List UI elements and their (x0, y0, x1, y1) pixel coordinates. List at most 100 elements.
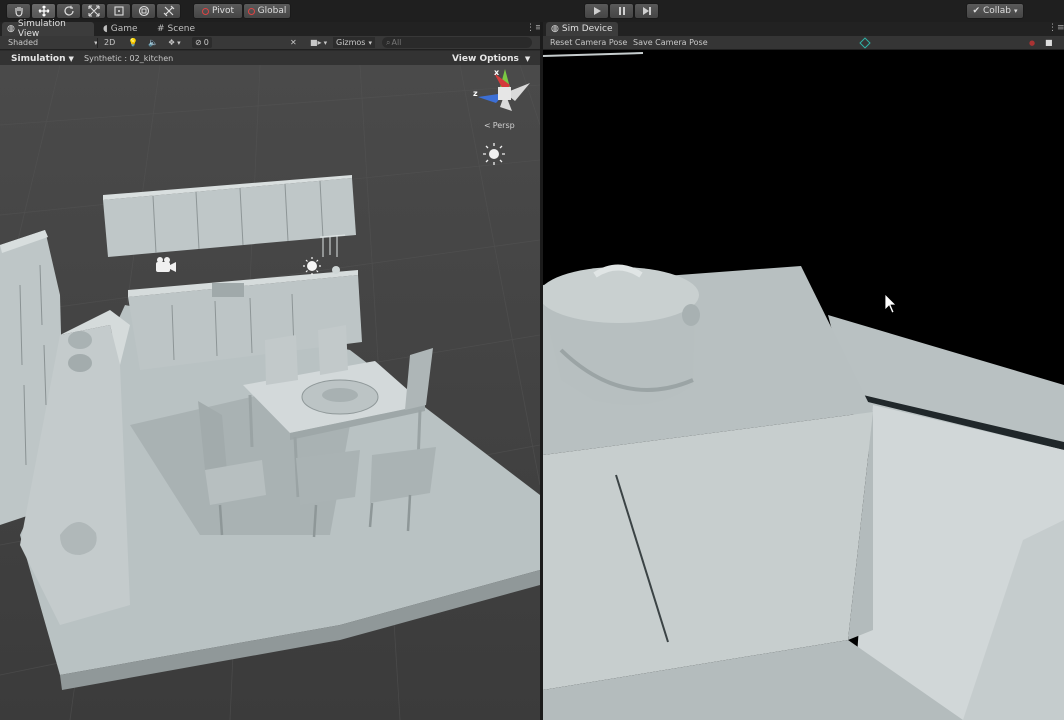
projection-toggle[interactable]: < Persp (484, 121, 515, 130)
camera-settings-dropdown[interactable]: ■▸ ▾ (310, 36, 327, 49)
scene-name: Synthetic : 02_kitchen (84, 54, 174, 63)
globe-icon: ◍ (551, 24, 559, 34)
hidden-objects-toggle[interactable]: ⊘ 0 (192, 37, 212, 48)
collab-label: Collab (983, 6, 1012, 16)
reset-camera-pose-button[interactable]: Reset Camera Pose (550, 36, 627, 49)
tab-game[interactable]: ◖ Game (98, 22, 148, 36)
play-icon (593, 7, 601, 15)
rect-tool-button[interactable] (106, 3, 131, 19)
chair-back-2 (318, 325, 348, 375)
pivot-toggle[interactable]: Pivot (193, 3, 243, 19)
chevron-left-icon: < (484, 121, 491, 130)
transform-icon (138, 5, 149, 17)
effects-dropdown[interactable]: ❖ ▾ (168, 36, 181, 49)
diamond-icon (859, 36, 871, 49)
hanging-pan (332, 266, 340, 274)
hidden-count: 0 (203, 38, 209, 47)
rotate-tool-button[interactable] (56, 3, 81, 19)
eye-slash-icon: ⊘ (195, 38, 202, 47)
scene-grid-icon: # (157, 24, 165, 34)
gizmos-dropdown[interactable]: Gizmos ▾ (333, 37, 375, 48)
kitchen-scene (0, 65, 540, 720)
step-icon (642, 7, 651, 15)
shading-dropdown[interactable]: Shaded ▾ (8, 36, 98, 49)
pot-1 (68, 331, 92, 349)
tools-settings-button[interactable]: ✕ (290, 36, 297, 49)
simulation-viewport[interactable]: x z < Persp (0, 65, 540, 720)
device-camera-render (543, 50, 1064, 720)
axis-x-label: x (494, 68, 500, 77)
hand-tool-button[interactable] (6, 3, 31, 19)
hand-icon (14, 7, 23, 17)
rotate-icon (63, 5, 74, 16)
left-tab-bar: ◍ Simulation View ◖ Game # Scene ⋮≡ (0, 19, 543, 39)
search-icon: ⌕ (386, 37, 391, 47)
speaker-icon: 🔈 (148, 38, 158, 47)
effects-icon: ❖ (168, 38, 176, 47)
simulation-bar: Simulation ▼ Synthetic : 02_kitchen View… (0, 51, 540, 65)
simulation-dropdown[interactable]: Simulation ▼ (11, 52, 74, 65)
global-label: Global (257, 6, 287, 16)
dropdown-arrow-icon: ▾ (177, 38, 181, 47)
sim-device-viewport[interactable] (543, 50, 1064, 720)
2d-label: 2D (104, 38, 116, 47)
simulation-label: Simulation (11, 53, 66, 64)
dropdown-arrow-icon: ▾ (1014, 7, 1018, 15)
check-icon: ✔ (972, 6, 980, 16)
record-dot-icon: ● (1029, 38, 1036, 47)
device-toolbar: Reset Camera Pose Save Camera Pose ● ■ (543, 36, 1064, 50)
right-tab-bar: ◍ Sim Device ⋮≡ (543, 22, 1064, 36)
hierarchy-search-input[interactable]: ⌕ All (382, 37, 532, 48)
pause-icon (618, 7, 625, 15)
save-camera-pose-button[interactable]: Save Camera Pose (633, 36, 708, 49)
reset-pose-label: Reset Camera Pose (550, 38, 628, 47)
move-icon (38, 5, 49, 17)
chair-back-1 (265, 335, 298, 385)
scale-icon (87, 5, 100, 17)
view-options-label: View Options (452, 53, 519, 64)
tab-label: Game (110, 24, 138, 34)
panel-menu-icon[interactable]: ⋮≡ (1048, 23, 1064, 33)
scale-tool-button[interactable] (81, 3, 106, 19)
chair-back-5 (296, 450, 360, 505)
tab-sim-device[interactable]: ◍ Sim Device (546, 22, 618, 36)
sink (212, 283, 244, 297)
custom-tool-button[interactable] (156, 3, 181, 19)
tab-label: Sim Device (561, 24, 613, 34)
tab-simulation-view[interactable]: ◍ Simulation View (2, 19, 94, 39)
save-pose-label: Save Camera Pose (633, 38, 708, 47)
persp-label: Persp (492, 121, 515, 130)
2d-toggle[interactable]: 2D (104, 36, 115, 49)
pivot-icon (201, 7, 209, 15)
rect-transform-icon (113, 6, 124, 16)
pause-button[interactable] (609, 3, 634, 19)
transform-tool-button[interactable] (131, 3, 156, 19)
lightbulb-icon: 💡 (128, 38, 138, 47)
search-placeholder: All (391, 38, 402, 47)
globe-icon: ◍ (7, 24, 15, 34)
gizmos-label: Gizmos (336, 38, 366, 47)
move-tool-button[interactable] (31, 3, 56, 19)
dropdown-arrow-icon: ▾ (368, 38, 372, 47)
global-icon (247, 7, 255, 15)
collab-dropdown[interactable]: ✔ Collab ▾ (966, 3, 1024, 19)
step-button[interactable] (634, 3, 659, 19)
global-toggle[interactable]: Global (243, 3, 291, 19)
axis-z-label: z (473, 89, 478, 98)
lighting-toggle[interactable]: 💡 (128, 36, 138, 49)
tab-label: Scene (167, 24, 195, 34)
divider (97, 38, 98, 48)
shading-label: Shaded (8, 38, 39, 47)
dropdown-arrow-icon: ▼ (68, 54, 74, 63)
tab-scene[interactable]: # Scene (152, 22, 204, 36)
view-options-dropdown[interactable]: View Options ▼ (452, 52, 530, 65)
audio-toggle[interactable]: 🔈 (148, 36, 158, 49)
pacman-icon: ◖ (103, 24, 108, 34)
dropdown-arrow-icon: ▼ (524, 54, 531, 63)
record-marker-icon[interactable] (859, 36, 871, 49)
stop-icon[interactable]: ■ (1045, 36, 1053, 49)
wrench-icon: ✕ (290, 38, 297, 47)
play-button[interactable] (584, 3, 609, 19)
table-bowl (322, 388, 358, 402)
pot-2 (68, 354, 92, 372)
